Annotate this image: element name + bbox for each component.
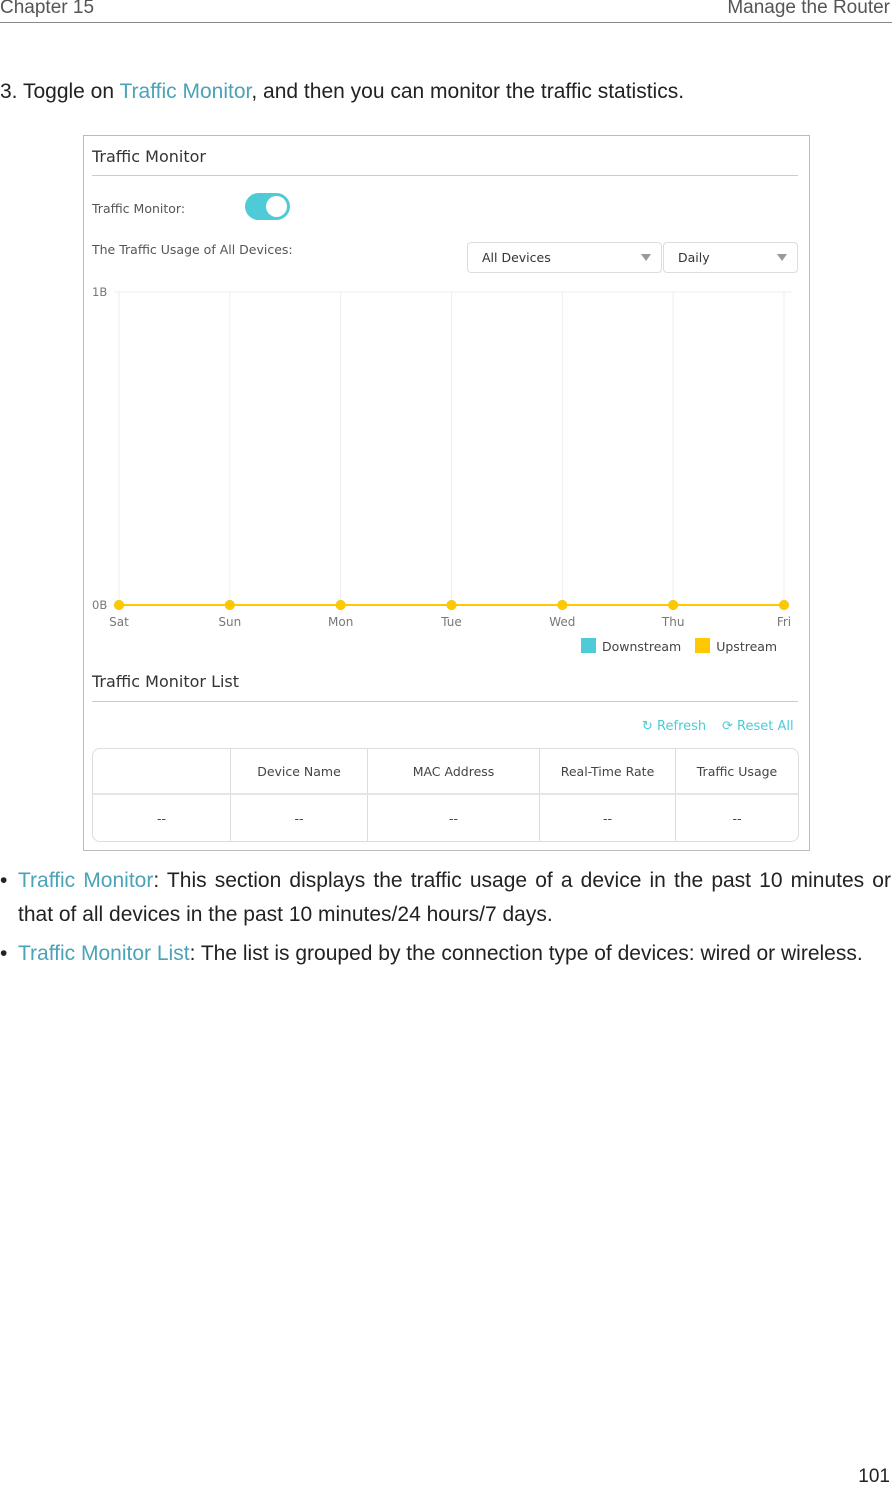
step-link: Traffic Monitor (119, 80, 252, 103)
list-title: Traffic Monitor List (92, 672, 240, 691)
bullet-term: Traffic Monitor List (18, 942, 190, 965)
data-point-upstream (779, 600, 789, 610)
header-divider (0, 22, 892, 23)
legend-downstream: Downstream (602, 639, 682, 654)
chapter-label: Chapter 15 (0, 0, 95, 18)
table-header: MAC Address (368, 749, 540, 795)
table-header: Traffic Usage (676, 749, 798, 795)
table-header (93, 749, 231, 795)
data-point-upstream (668, 600, 679, 610)
upstream-swatch (695, 638, 711, 653)
refresh-button[interactable]: ↻ Refresh (642, 719, 706, 734)
bullet-term: Traffic Monitor (18, 869, 154, 892)
bullet-icon: • (0, 942, 8, 965)
x-tick-label: Wed (549, 615, 575, 629)
x-tick-label: Fri (777, 615, 791, 629)
table-header: Real-Time Rate (540, 749, 676, 795)
section-label: Manage the Router (727, 0, 890, 18)
downstream-swatch (581, 638, 596, 653)
step-suffix: , and then you can monitor the traffic s… (251, 80, 685, 103)
legend-upstream: Upstream (716, 639, 778, 654)
reset-all-button[interactable]: ⟳ Reset All (722, 719, 794, 734)
bullet-text: : The list is grouped by the connection … (189, 942, 863, 965)
x-tick-label: Thu (661, 615, 685, 629)
table-cell: -- (540, 795, 676, 841)
traffic-monitor-screenshot: Traffic Monitor Traffic Monitor: The Tra… (83, 135, 810, 851)
table-header: Device Name (231, 749, 368, 795)
table-cell: -- (93, 795, 231, 841)
refresh-label: Refresh (657, 719, 707, 734)
data-point-upstream (114, 600, 124, 610)
y-tick-label: 1B (92, 285, 107, 299)
bullet-icon: • (0, 869, 8, 892)
y-tick-label: 0B (92, 598, 107, 612)
legend: Downstream Upstream (581, 638, 777, 654)
data-point-upstream (446, 600, 457, 610)
table-cell: -- (368, 795, 540, 841)
data-point-upstream (557, 600, 568, 610)
step-prefix: 3. Toggle on (0, 80, 120, 103)
x-tick-label: Sat (109, 615, 129, 629)
traffic-chart: Sat Sun Mon Tue Wed Thu Fri 1B 0B (92, 285, 792, 629)
bullet-item: • Traffic Monitor: This section displays … (0, 864, 891, 932)
reset-all-label: Reset All (737, 719, 794, 734)
x-tick-label: Mon (328, 615, 353, 629)
bullet-item: • Traffic Monitor List: The list is group… (0, 937, 891, 971)
x-tick-label: Sun (218, 615, 241, 629)
data-point-upstream (224, 600, 235, 610)
step-text: 3. Toggle on Traffic Monitor, and then y… (0, 80, 684, 104)
table-cell: -- (231, 795, 368, 841)
data-point-upstream (335, 600, 346, 610)
divider (92, 701, 798, 702)
refresh-icon: ↻ (642, 719, 653, 734)
reset-icon: ⟳ (722, 719, 733, 734)
table-cell: -- (732, 810, 742, 826)
traffic-table: Device Name MAC Address Real-Time Rate T… (92, 748, 799, 842)
x-tick-label: Tue (440, 615, 462, 629)
